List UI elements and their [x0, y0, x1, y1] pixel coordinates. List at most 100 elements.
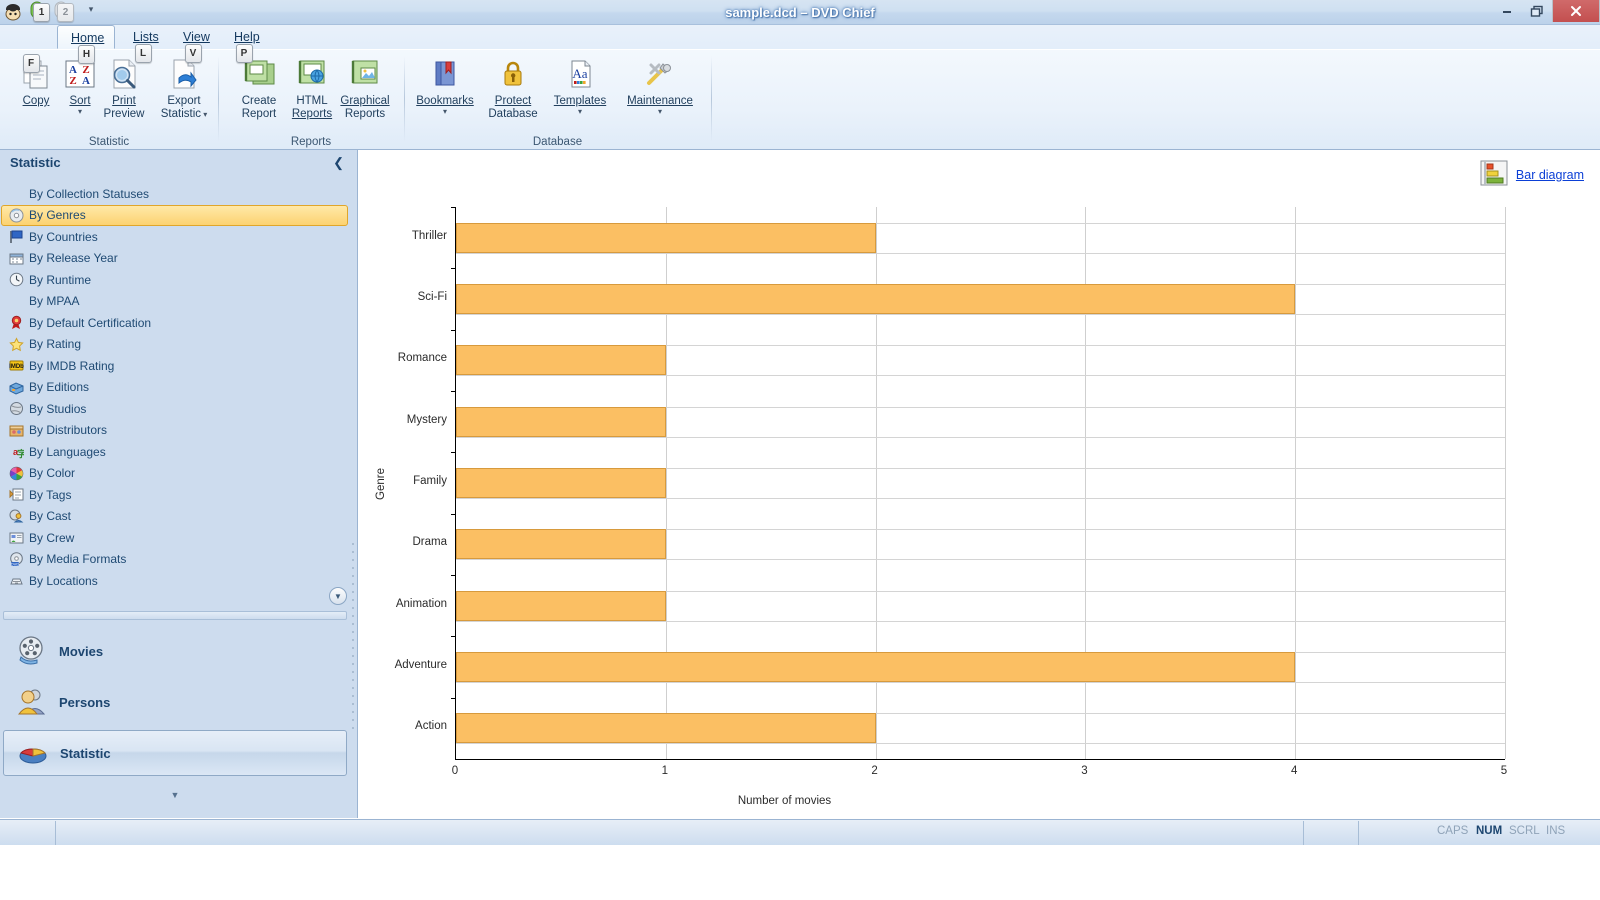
sidebar-item-by-locations[interactable]: By Locations — [0, 570, 350, 592]
sidebar-item-label: By Media Formats — [29, 552, 127, 567]
sidebar-scroll-down-button[interactable]: ▼ — [329, 587, 347, 605]
chart-gridline-horizontal — [456, 498, 1505, 499]
tags-icon — [8, 487, 25, 503]
sidebar-item-by-media-formats[interactable]: DVD By Media Formats — [0, 549, 350, 571]
sidebar-collapse-chevron-left-icon[interactable]: ❮ — [333, 155, 344, 171]
sidebar-statistic-list: By Collection Statuses By Genres By Coun… — [0, 183, 350, 592]
export-statistic-button[interactable]: Export Statistic ▾ — [145, 54, 223, 130]
chart-gridline-horizontal — [456, 559, 1505, 560]
chart-x-tick-label: 2 — [871, 765, 878, 777]
sidebar-item-label: By Collection Statuses — [29, 186, 150, 201]
sidebar-item-by-rating[interactable]: By Rating — [0, 334, 350, 356]
nav-item-movies[interactable]: Movies — [3, 628, 347, 674]
languages-icon: a字 — [8, 444, 25, 460]
sidebar-item-by-languages[interactable]: a字 By Languages — [0, 441, 350, 463]
chart-plot-area — [456, 207, 1506, 759]
tab-home[interactable]: Home H — [57, 25, 115, 64]
sidebar-header: Statistic ❮ — [0, 150, 358, 178]
sidebar-item-by-runtime[interactable]: By Runtime — [0, 269, 350, 291]
bar-chart: Genre Thriller Sci-Fi Romance Mystery Family… — [359, 150, 1600, 818]
chart-x-axis-line — [455, 759, 1505, 760]
sidebar-divider — [3, 611, 347, 620]
color-wheel-icon — [8, 465, 25, 481]
chart-x-tick-label: 5 — [1500, 765, 1508, 777]
tab-lists-label: Lists — [133, 30, 159, 44]
templates-button[interactable]: Aa Templates ▾ — [544, 54, 616, 130]
sidebar-item-label: By Tags — [29, 487, 72, 502]
qat-button-1[interactable]: 1 — [26, 0, 50, 22]
maintenance-button[interactable]: Maintenance ▾ — [613, 54, 707, 130]
graphical-reports-button[interactable]: Graphical Reports — [329, 54, 401, 130]
pie-chart-icon — [16, 736, 50, 770]
disc-icon — [8, 207, 25, 223]
bookmarks-icon — [409, 56, 481, 92]
star-icon — [8, 336, 25, 352]
nav-item-label: Movies — [59, 643, 104, 659]
chart-y-tick — [451, 268, 456, 270]
status-indicator-scrl: SCRL — [1509, 825, 1540, 837]
sidebar-item-by-default-certification[interactable]: By Default Certification — [0, 312, 350, 334]
sidebar-item-by-release-year[interactable]: By Release Year — [0, 248, 350, 270]
svg-text:Aa: Aa — [572, 66, 587, 81]
chart-gridline-horizontal — [456, 682, 1505, 683]
status-indicator-num: NUM — [1476, 825, 1503, 837]
sidebar-item-by-cast[interactable]: By Cast — [0, 506, 350, 528]
export-statistic-label: Export Statistic ▾ — [160, 95, 208, 120]
sidebar-item-by-imdb-rating[interactable]: IMDb By IMDB Rating — [0, 355, 350, 377]
sidebar-item-label: By Editions — [29, 380, 90, 395]
sidebar-item-by-tags[interactable]: By Tags — [0, 484, 350, 506]
chart-bar-family — [456, 468, 666, 498]
status-indicator-ins: INS — [1546, 825, 1566, 837]
sidebar-splitter-handle[interactable] — [351, 540, 355, 740]
sidebar-item-by-editions[interactable]: By Editions — [0, 377, 350, 399]
sidebar-title: Statistic — [10, 155, 61, 170]
chart-gridline-vertical — [1295, 207, 1297, 759]
sidebar-item-by-genres[interactable]: By Genres — [1, 204, 348, 226]
minimize-button[interactable] — [1492, 0, 1522, 22]
graphical-reports-icon — [329, 56, 401, 92]
tab-help-label: Help — [234, 30, 260, 44]
sidebar-item-label: By Languages — [29, 444, 106, 459]
imdb-icon: IMDb — [8, 358, 25, 374]
crew-icon — [8, 530, 25, 546]
sidebar-item-by-crew[interactable]: By Crew — [0, 527, 350, 549]
sidebar-item-by-color[interactable]: By Color — [0, 463, 350, 485]
sidebar-item-label: By Color — [29, 466, 76, 481]
chart-y-tick — [451, 329, 456, 331]
qat-button-2[interactable]: 2 — [50, 0, 74, 22]
tab-view[interactable]: View V — [170, 25, 215, 63]
chart-category-label: Family — [413, 475, 447, 487]
tab-lists[interactable]: Lists L — [120, 25, 165, 63]
nav-item-statistic[interactable]: Statistic — [3, 730, 347, 776]
tab-help[interactable]: Help P — [221, 25, 266, 63]
close-button[interactable] — [1552, 0, 1600, 22]
sidebar-item-by-collection-statuses[interactable]: By Collection Statuses — [0, 183, 350, 205]
templates-chevron-down-icon[interactable]: ▾ — [544, 108, 616, 116]
chart-x-tick-label: 1 — [661, 765, 668, 777]
sidebar-item-by-studios[interactable]: By Studios — [0, 398, 350, 420]
bookmarks-chevron-down-icon[interactable]: ▾ — [409, 108, 481, 116]
clock-icon — [8, 272, 25, 288]
chart-gridline-horizontal — [456, 437, 1505, 438]
qat-customize-chevron-down-icon[interactable]: ▾ — [84, 4, 98, 18]
maximize-button[interactable] — [1522, 0, 1552, 22]
chart-category-label: Thriller — [411, 229, 447, 242]
keytip-help: P — [235, 44, 253, 63]
tab-view-label: View — [183, 30, 210, 44]
bookmarks-button[interactable]: Bookmarks ▾ — [409, 54, 481, 130]
chart-gridline-horizontal — [456, 621, 1505, 622]
sidebar-item-by-distributors[interactable]: By Distributors — [0, 420, 350, 442]
blank-icon — [8, 293, 25, 309]
nav-more-chevron-down-icon[interactable]: ▼ — [0, 790, 350, 800]
nav-item-persons[interactable]: Persons — [3, 679, 347, 725]
sidebar-item-label: By Distributors — [29, 423, 108, 438]
sidebar-item-by-countries[interactable]: By Countries — [0, 226, 350, 248]
window-controls — [1492, 0, 1600, 25]
ribbon-award-icon — [8, 315, 25, 331]
sidebar-item-by-mpaa[interactable]: By MPAA — [0, 291, 350, 313]
protect-database-button[interactable]: Protect Database — [477, 54, 549, 130]
dvd-icon: DVD — [8, 551, 25, 567]
maintenance-chevron-down-icon[interactable]: ▾ — [613, 108, 707, 116]
quick-access-toolbar: 1 2 ▾ — [2, 0, 93, 28]
sidebar-item-label: By Cast — [29, 509, 72, 524]
